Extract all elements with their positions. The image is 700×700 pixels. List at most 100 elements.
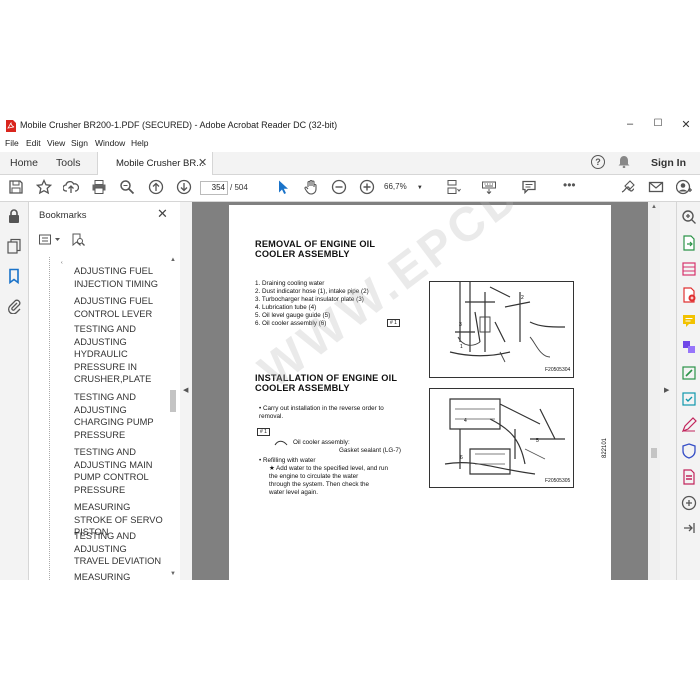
menu-sign[interactable]: Sign (71, 138, 88, 148)
tab-home[interactable]: Home (10, 157, 38, 169)
bookmark-item[interactable]: ADJUSTING FUEL INJECTION TIMING (74, 265, 164, 290)
collapse-rail-icon[interactable] (681, 520, 697, 536)
bookmarks-panel: Bookmarks ✕ ‹ ADJUSTING FUEL INJECTION T… (29, 202, 181, 580)
help-icon[interactable]: ? (591, 155, 605, 169)
document-tab-label: Mobile Crusher BR... (116, 158, 205, 169)
bookmark-list: ‹ ADJUSTING FUEL INJECTION TIMING ADJUST… (29, 257, 169, 580)
bookmark-item[interactable]: TESTING AND ADJUSTING CHARGING PUMP PRES… (74, 391, 164, 441)
install-mark: # 1 (257, 428, 270, 436)
bookmarks-scroll-thumb[interactable] (170, 390, 176, 412)
search-icon[interactable] (119, 179, 135, 195)
edit-pdf-icon[interactable] (681, 365, 697, 381)
document-viewer[interactable]: REMOVAL OF ENGINE OIL COOLER ASSEMBLY 1.… (192, 202, 648, 580)
bookmarks-scrollbar[interactable]: ▲ ▼ (168, 257, 178, 580)
tab-tools[interactable]: Tools (56, 157, 81, 169)
zoom-search-icon[interactable] (681, 209, 697, 225)
engine-drawing-2: 4 5 6 (444, 398, 565, 475)
maximize-button[interactable]: ☐ (648, 118, 668, 129)
organize-pages-icon[interactable] (681, 261, 697, 277)
comment-icon[interactable] (521, 179, 537, 195)
bookmark-item[interactable]: TESTING AND ADJUSTING MAIN PUMP CONTROL … (74, 446, 164, 496)
install-line: • Carry out installation in the reverse … (259, 405, 384, 412)
previous-page-icon[interactable] (148, 179, 164, 195)
window-title: Mobile Crusher BR200-1.PDF (SECURED) - A… (20, 120, 338, 130)
next-page-icon[interactable] (176, 179, 192, 195)
minimize-button[interactable]: – (620, 118, 640, 130)
doc-scroll-up-icon[interactable]: ▲ (651, 204, 657, 210)
gasket-symbol-icon (274, 440, 288, 446)
zoom-out-icon[interactable] (331, 179, 347, 195)
send-review-icon[interactable] (681, 391, 697, 407)
tab-bar: Home Tools Mobile Crusher BR... ✕ ? Sign… (0, 152, 700, 175)
hand-tool-icon[interactable] (303, 179, 319, 195)
title-bar: Mobile Crusher BR200-1.PDF (SECURED) - A… (0, 114, 700, 138)
document-scrollbar[interactable]: ▲ (648, 202, 660, 580)
cloud-upload-icon[interactable] (63, 179, 79, 195)
print-icon[interactable] (91, 179, 107, 195)
close-panel-icon[interactable]: ✕ (157, 206, 168, 222)
zoom-in-icon[interactable] (359, 179, 375, 195)
svg-text:3: 3 (459, 322, 462, 328)
page-display-icon[interactable] (445, 179, 461, 195)
close-tab-icon[interactable]: ✕ (198, 156, 207, 169)
collapse-left-icon[interactable]: ◀ (183, 386, 188, 394)
lock-icon[interactable] (6, 208, 22, 224)
sign-in-button[interactable]: Sign In (651, 157, 686, 169)
export-pdf-icon[interactable] (681, 235, 697, 251)
find-bookmark-icon[interactable] (71, 233, 85, 247)
page-number-input[interactable]: 354 (200, 181, 228, 195)
fill-sign-icon[interactable] (620, 179, 636, 195)
menu-bar: File Edit View Sign Window Help (0, 138, 700, 152)
more-tools-icon[interactable]: ••• (563, 178, 579, 194)
engine-figure-2: 4 5 6 (429, 388, 574, 488)
panel-collapse-bar[interactable]: ◀ (180, 202, 192, 580)
pages-thumbnail-icon[interactable] (6, 238, 22, 254)
expand-right-icon[interactable]: ▶ (664, 386, 669, 394)
bookmark-item[interactable]: ADJUSTING FUEL CONTROL LEVER (74, 295, 164, 320)
menu-view[interactable]: View (47, 138, 65, 148)
bookmarks-title: Bookmarks (39, 210, 87, 221)
save-icon[interactable] (8, 179, 24, 195)
menu-file[interactable]: File (5, 138, 19, 148)
bell-icon[interactable] (618, 155, 630, 168)
attachment-icon[interactable] (6, 298, 22, 314)
select-cursor-icon[interactable] (275, 179, 291, 195)
acrobat-pdf-icon (6, 120, 16, 132)
create-pdf-icon[interactable] (681, 287, 697, 303)
zoom-level-value: 66,7% (384, 182, 407, 191)
svg-text:5: 5 (536, 438, 539, 444)
figure-1-caption: F20505304 (545, 367, 571, 373)
svg-text:6: 6 (460, 455, 463, 461)
close-window-button[interactable]: ✕ (676, 118, 696, 131)
bookmark-item[interactable]: TESTING AND ADJUSTING HYDRAULIC PRESSURE… (74, 323, 164, 386)
menu-edit[interactable]: Edit (26, 138, 41, 148)
keyboard-icon[interactable] (481, 179, 497, 195)
install-line: removal. (259, 413, 284, 420)
bookmark-icon[interactable] (6, 268, 22, 284)
menu-help[interactable]: Help (131, 138, 148, 148)
svg-text:1: 1 (460, 344, 463, 350)
scroll-down-icon[interactable]: ▼ (170, 571, 176, 577)
tab-document[interactable]: Mobile Crusher BR... ✕ (97, 152, 213, 175)
right-tools-rail (676, 202, 700, 580)
bookmark-item[interactable]: MEASURING OUTPUT (74, 571, 164, 580)
bookmark-item[interactable]: TESTING AND ADJUSTING TRAVEL DEVIATION (74, 530, 164, 568)
share-user-icon[interactable] (676, 179, 692, 195)
protect-icon[interactable] (681, 443, 697, 459)
menu-window[interactable]: Window (95, 138, 125, 148)
right-collapse-bar[interactable]: ▶ (660, 202, 676, 580)
document-scroll-thumb[interactable] (651, 448, 657, 458)
scroll-up-icon[interactable]: ▲ (170, 257, 176, 263)
svg-text:4: 4 (464, 418, 467, 424)
bookmark-options-icon[interactable] (39, 234, 63, 246)
mail-icon[interactable] (648, 179, 664, 195)
comment-tool-icon[interactable] (681, 313, 697, 329)
more-tools-rail-icon[interactable] (681, 495, 697, 511)
toolbar: 354 / 504 66,7% ▼ ••• (0, 175, 700, 202)
redact-icon[interactable] (681, 469, 697, 485)
fill-sign-tool-icon[interactable] (681, 417, 697, 433)
combine-files-icon[interactable] (681, 339, 697, 355)
figure-2-caption: F20505305 (545, 478, 571, 484)
zoom-level-dropdown[interactable]: 66,7% ▼ (384, 181, 428, 193)
star-icon[interactable] (36, 179, 52, 195)
